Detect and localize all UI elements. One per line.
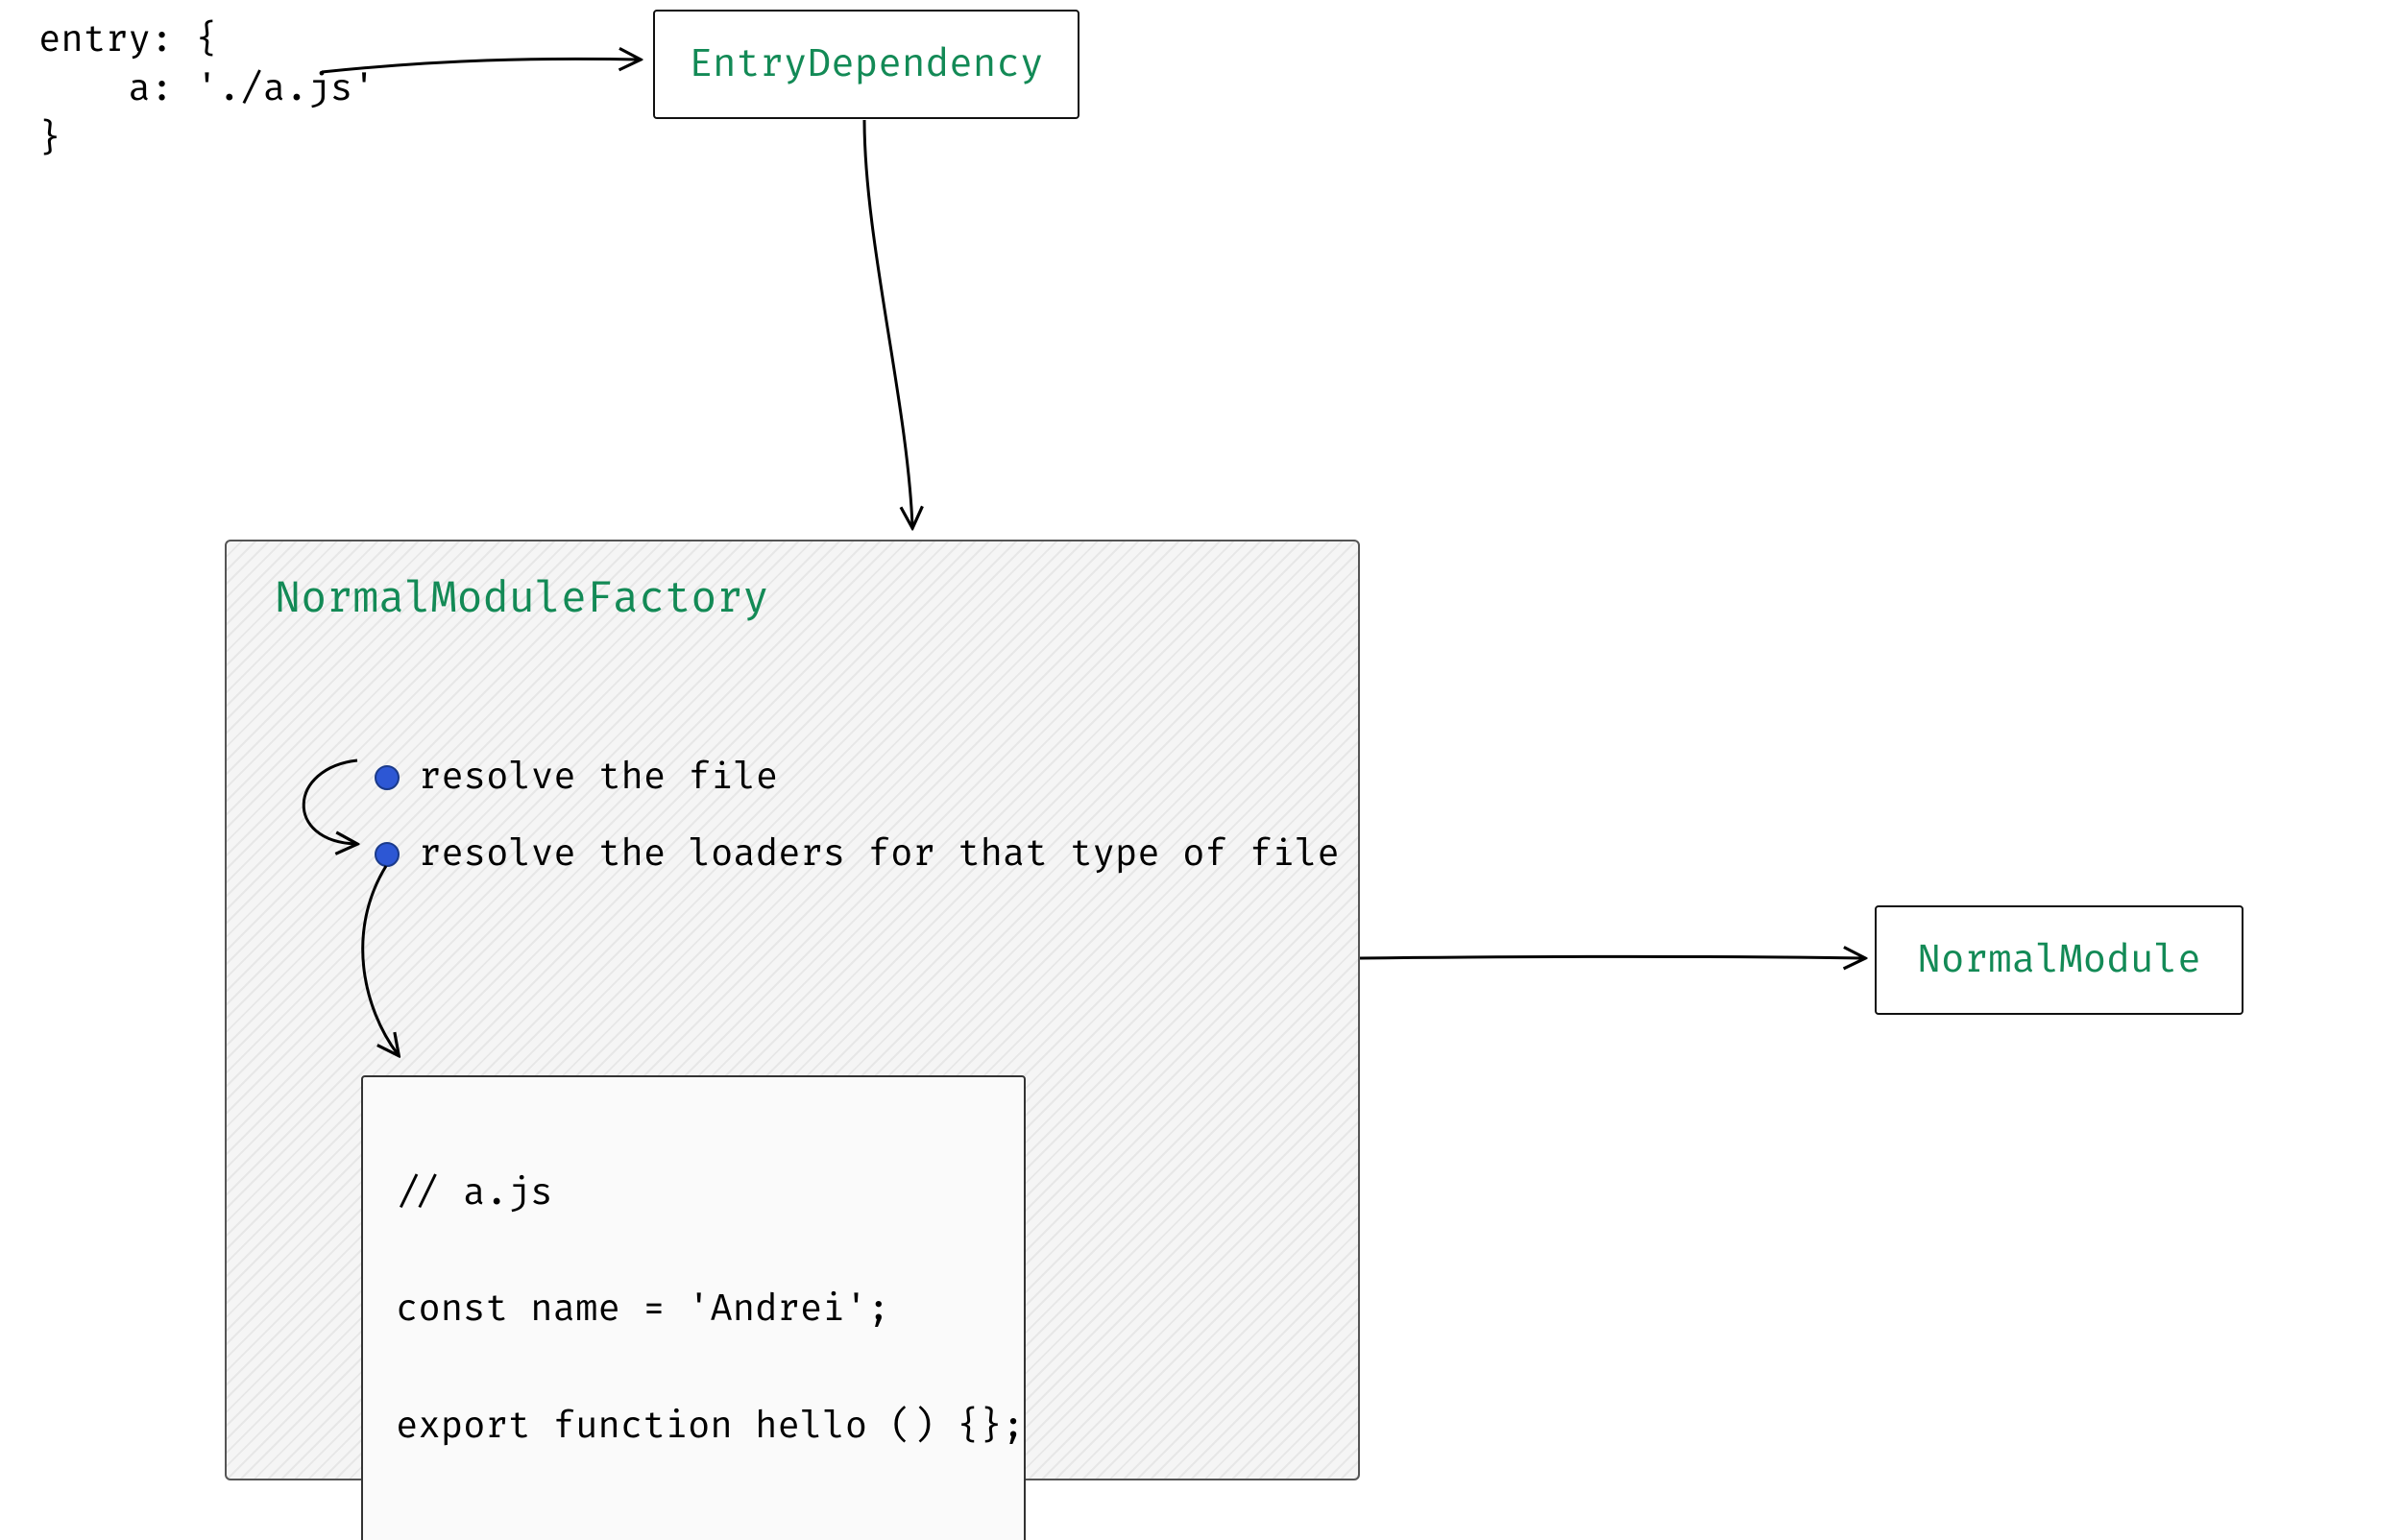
- entry-dependency-box: EntryDependency: [653, 10, 1079, 119]
- entry-dependency-label: EntryDependency: [689, 41, 1043, 88]
- factory-step-2-label: resolve the loaders for that type of fil…: [419, 831, 1340, 877]
- bullet-icon: [375, 765, 400, 790]
- factory-step-1: resolve the file: [375, 755, 778, 800]
- normal-module-box: NormalModule: [1875, 905, 2243, 1015]
- file-content-box: // a.js const name = 'Andrei'; export fu…: [361, 1075, 1026, 1540]
- normal-module-factory-title: NormalModuleFactory: [275, 572, 768, 625]
- normal-module-factory-panel: NormalModuleFactory resolve the file res…: [225, 540, 1360, 1480]
- bullet-icon: [375, 842, 400, 867]
- factory-step-2: resolve the loaders for that type of fil…: [375, 831, 1340, 877]
- arrow-factory-to-normalmodule: [1360, 957, 1863, 959]
- entry-config-snippet: entry: { a: './a.js' }: [38, 15, 376, 163]
- factory-step-1-label: resolve the file: [419, 755, 778, 800]
- normal-module-label: NormalModule: [1917, 937, 2200, 984]
- file-content: // a.js const name = 'Andrei'; export fu…: [396, 1170, 1025, 1449]
- arrow-dependency-to-factory: [864, 120, 912, 526]
- diagram-canvas: entry: { a: './a.js' } EntryDependency N…: [0, 0, 2401, 1540]
